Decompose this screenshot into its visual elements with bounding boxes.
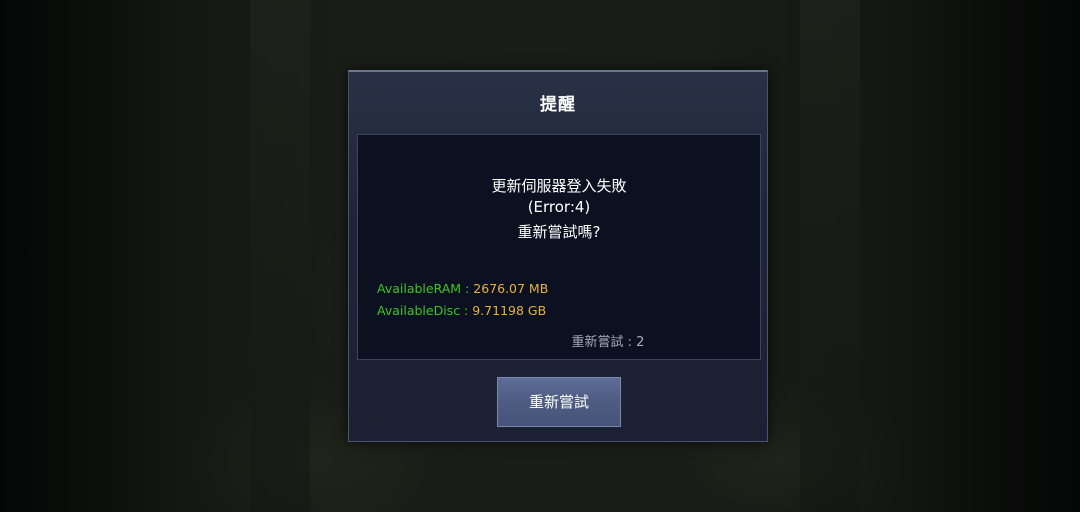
available-ram-row: AvailableRAM : 2676.07 MB xyxy=(377,281,548,296)
retry-button[interactable]: 重新嘗試 xyxy=(497,377,621,427)
error-code: (Error:4) xyxy=(527,198,591,216)
available-disc-value: 9.71198 GB xyxy=(472,303,547,318)
available-disc-label: AvailableDisc : xyxy=(377,303,473,318)
retry-count-text: 重新嘗試 : 2 xyxy=(571,335,645,350)
message-box: 更新伺服器登入失敗 (Error:4) 重新嘗試嗎? AvailableRAM … xyxy=(357,134,761,360)
available-ram-value: 2676.07 MB xyxy=(473,281,549,296)
error-message: 更新伺服器登入失敗 xyxy=(491,177,627,195)
available-ram-label: AvailableRAM : xyxy=(377,281,474,296)
alert-dialog: 提醒 更新伺服器登入失敗 (Error:4) 重新嘗試嗎? AvailableR… xyxy=(348,70,768,442)
background-pillar-left xyxy=(250,0,310,512)
dialog-title: 提醒 xyxy=(540,95,576,115)
background-pillar-right xyxy=(800,0,860,512)
available-disc-row: AvailableDisc : 9.71198 GB xyxy=(377,303,546,318)
retry-question: 重新嘗試嗎? xyxy=(517,223,601,241)
